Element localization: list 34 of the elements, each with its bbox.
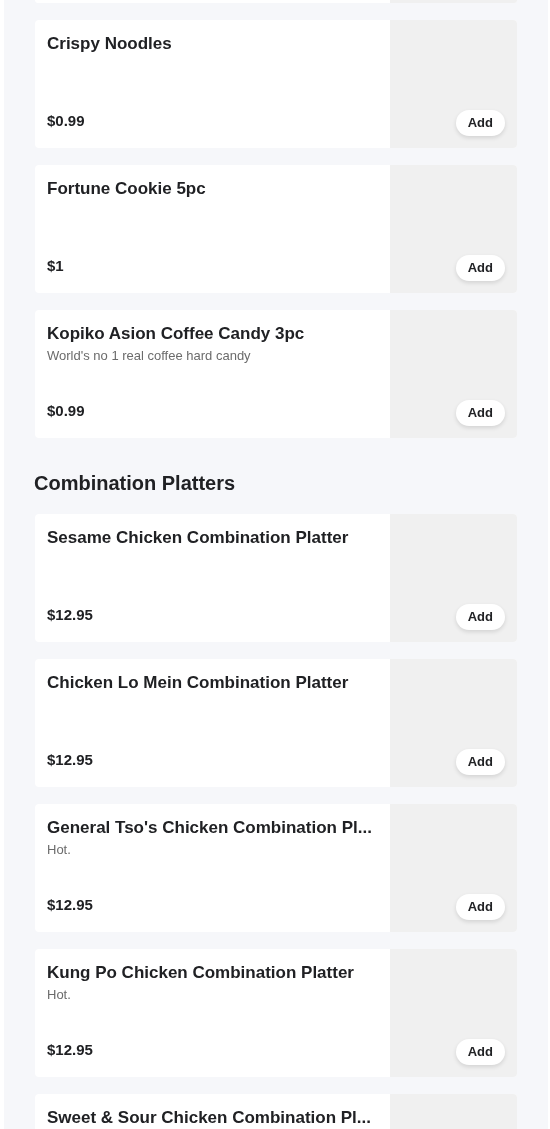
add-button[interactable]: Add xyxy=(455,110,505,136)
add-button[interactable]: Add xyxy=(455,894,505,920)
item-name: Crispy Noodles xyxy=(47,33,173,55)
item-name: Kopiko Asion Coffee Candy 3pc xyxy=(47,323,306,345)
add-button[interactable]: Add xyxy=(455,400,505,426)
item-price: $1 xyxy=(47,256,64,276)
item-price: $0.99 xyxy=(47,401,85,421)
item-price: $12.95 xyxy=(47,605,93,625)
item-card[interactable]: Sweet & Sour Chicken Combination Pl... xyxy=(35,1094,517,1129)
item-description: Hot. xyxy=(47,986,72,1004)
item-name: Chicken Lo Mein Combination Platter xyxy=(47,672,350,694)
item-card[interactable]: Fortune Cookie 5pc $1 Add xyxy=(35,165,517,293)
item-name: Fortune Cookie 5pc xyxy=(47,178,207,200)
item-card[interactable]: General Tso's Chicken Combination Pl... Hot. $12.95 Add xyxy=(35,804,517,932)
add-button[interactable]: Add xyxy=(455,1039,505,1065)
item-price: $12.95 xyxy=(47,750,93,770)
item-card[interactable]: Crispy Noodles $0.99 Add xyxy=(35,20,517,148)
item-card[interactable]: Kung Po Chicken Combination Platter Hot. $12.95 Add xyxy=(35,949,517,1077)
item-card[interactable]: Chicken Lo Mein Combination Platter $12.95 Add xyxy=(35,659,517,787)
item-card[interactable]: Kopiko Asion Coffee Candy 3pc World's no 1 real coffee hard candy $0.99 Add xyxy=(35,310,517,438)
add-button[interactable]: Add xyxy=(455,749,505,775)
item-name: Sweet & Sour Chicken Combination Pl... xyxy=(47,1107,372,1129)
section-heading: Combination Platters xyxy=(34,471,237,495)
item-description: World's no 1 real coffee hard candy xyxy=(47,347,252,365)
item-card[interactable]: Sesame Chicken Combination Platter $12.95 Add xyxy=(35,514,517,642)
item-name: General Tso's Chicken Combination Pl... xyxy=(47,817,373,839)
item-name: Kung Po Chicken Combination Platter xyxy=(47,962,355,984)
item-price: $12.95 xyxy=(47,895,93,915)
add-button[interactable]: Add xyxy=(455,255,505,281)
add-button[interactable]: Add xyxy=(455,604,505,630)
item-description: Hot. xyxy=(47,841,72,859)
item-price: $0.99 xyxy=(47,111,85,131)
item-name: Sesame Chicken Combination Platter xyxy=(47,527,350,549)
item-price: $12.95 xyxy=(47,1040,93,1060)
